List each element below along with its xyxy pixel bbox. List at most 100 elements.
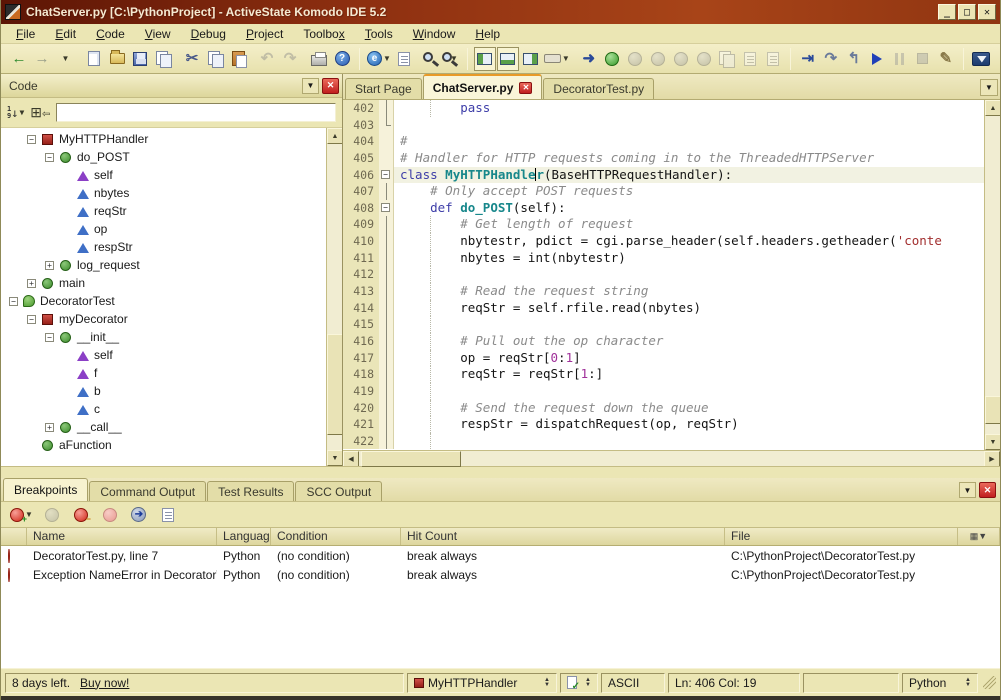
menu-project[interactable]: Project bbox=[237, 25, 292, 43]
code-line-402[interactable]: 402 pass bbox=[343, 100, 984, 117]
collapse-icon[interactable]: − bbox=[27, 315, 36, 324]
tree-item-main[interactable]: +main bbox=[1, 274, 326, 292]
collapse-icon[interactable]: − bbox=[45, 153, 54, 162]
delete-all-breakpoints-icon[interactable]: − bbox=[70, 503, 92, 527]
debug-stop-icon[interactable] bbox=[912, 47, 934, 71]
tree-item-doPOST[interactable]: −do_POST bbox=[1, 148, 326, 166]
code-content[interactable]: nbytestr, pdict = cgi.parse_header(self.… bbox=[394, 233, 984, 250]
code-line-405[interactable]: 405# Handler for HTTP requests coming in… bbox=[343, 150, 984, 167]
menu-code[interactable]: Code bbox=[87, 25, 134, 43]
forward-icon[interactable]: → bbox=[31, 47, 53, 71]
column-header-name[interactable]: Name bbox=[27, 528, 217, 545]
menu-edit[interactable]: Edit bbox=[46, 25, 85, 43]
menu-tools[interactable]: Tools bbox=[356, 25, 402, 43]
code-content[interactable]: op = reqStr[0:1] bbox=[394, 350, 984, 367]
syntax-check-status[interactable]: ▲▼ bbox=[560, 673, 598, 693]
tree-item-init[interactable]: −__init__ bbox=[1, 328, 326, 346]
menu-window[interactable]: Window bbox=[404, 25, 465, 43]
send-session-icon[interactable] bbox=[762, 47, 784, 71]
code-content[interactable]: # Send the request down the queue bbox=[394, 400, 984, 417]
close-panel-icon[interactable]: ✕ bbox=[322, 78, 339, 94]
collapse-icon[interactable]: − bbox=[45, 333, 54, 342]
tab-overflow-dropdown[interactable]: ▼ bbox=[980, 79, 998, 96]
fold-margin[interactable] bbox=[379, 383, 394, 400]
code-content[interactable]: # Pull out the op character bbox=[394, 333, 984, 350]
tab-scc-output[interactable]: SCC Output bbox=[295, 481, 382, 501]
cut-icon[interactable]: ✂ bbox=[181, 47, 203, 71]
goto-breakpoint-source-icon[interactable]: ➔ bbox=[128, 503, 150, 527]
panel-menu-dropdown[interactable]: ▼ bbox=[959, 482, 976, 498]
find-in-files-icon[interactable]: ▼ bbox=[439, 47, 461, 71]
code-content[interactable]: # bbox=[394, 133, 984, 150]
panel-menu-dropdown[interactable]: ▼ bbox=[302, 78, 319, 94]
column-header-icon[interactable] bbox=[1, 528, 27, 545]
copy-session-icon[interactable] bbox=[739, 47, 761, 71]
code-line-417[interactable]: 417 op = reqStr[0:1] bbox=[343, 350, 984, 367]
code-content[interactable]: # Only accept POST requests bbox=[394, 183, 984, 200]
fold-margin[interactable] bbox=[379, 183, 394, 200]
toggle-right-pane-icon[interactable] bbox=[520, 47, 542, 71]
scroll-up-icon[interactable]: ▲ bbox=[985, 100, 1000, 116]
code-content[interactable] bbox=[394, 383, 984, 400]
code-line-414[interactable]: 414 reqStr = self.rfile.read(nbytes) bbox=[343, 300, 984, 317]
code-content[interactable]: respStr = dispatchRequest(op, reqStr) bbox=[394, 416, 984, 433]
paste-icon[interactable] bbox=[227, 47, 249, 71]
code-content[interactable]: class MyHTTPHandler(BaseHTTPRequestHandl… bbox=[394, 167, 984, 184]
debug-new-session-icon[interactable] bbox=[601, 47, 623, 71]
tree-item-myDecorator[interactable]: −myDecorator bbox=[1, 310, 326, 328]
code-content[interactable]: # Read the request string bbox=[394, 283, 984, 300]
fold-margin[interactable] bbox=[379, 350, 394, 367]
back-icon[interactable]: ← bbox=[8, 47, 30, 71]
code-content[interactable] bbox=[394, 316, 984, 333]
breakpoint-row[interactable]: DecoratorTest.py, line 7Python(no condit… bbox=[1, 546, 1000, 565]
close-panel-icon[interactable]: ✕ bbox=[979, 482, 996, 498]
code-line-419[interactable]: 419 bbox=[343, 383, 984, 400]
code-line-407[interactable]: 407 # Only accept POST requests bbox=[343, 183, 984, 200]
copy-icon[interactable] bbox=[204, 47, 226, 71]
fold-margin[interactable] bbox=[379, 100, 394, 117]
tab-decoratortest-py[interactable]: DecoratorTest.py bbox=[543, 78, 654, 99]
print-icon[interactable] bbox=[308, 47, 330, 71]
run-to-cursor-icon[interactable] bbox=[647, 47, 669, 71]
fold-margin[interactable] bbox=[379, 283, 394, 300]
tree-item-MyHTTPHandler[interactable]: −MyHTTPHandler bbox=[1, 130, 326, 148]
tree-item-DecoratorTest[interactable]: −DecoratorTest bbox=[1, 292, 326, 310]
tree-item-self[interactable]: self bbox=[1, 346, 326, 364]
undo-icon[interactable]: ↶ bbox=[256, 47, 278, 71]
code-line-421[interactable]: 421 respStr = dispatchRequest(op, reqStr… bbox=[343, 416, 984, 433]
expand-icon[interactable]: + bbox=[27, 279, 36, 288]
scroll-up-icon[interactable]: ▲ bbox=[327, 128, 342, 144]
tree-item-b[interactable]: b bbox=[1, 382, 326, 400]
tree-item-op[interactable]: op bbox=[1, 220, 326, 238]
code-line-403[interactable]: 403 bbox=[343, 117, 984, 134]
tab-breakpoints[interactable]: Breakpoints bbox=[3, 478, 88, 501]
collapse-icon[interactable]: − bbox=[27, 135, 36, 144]
find-icon[interactable] bbox=[416, 47, 438, 71]
toggle-bottom-pane-icon[interactable] bbox=[497, 47, 519, 71]
save-all-icon[interactable] bbox=[152, 47, 174, 71]
code-line-415[interactable]: 415 bbox=[343, 316, 984, 333]
komodo-mail-icon[interactable] bbox=[970, 47, 992, 71]
resize-grip[interactable] bbox=[983, 676, 996, 689]
save-icon[interactable] bbox=[129, 47, 151, 71]
clear-session-icon[interactable] bbox=[670, 47, 692, 71]
code-content[interactable]: reqStr = reqStr[1:] bbox=[394, 366, 984, 383]
fold-margin[interactable] bbox=[379, 266, 394, 283]
new-file-icon[interactable] bbox=[83, 47, 105, 71]
menu-file[interactable]: File bbox=[7, 25, 44, 43]
encoding-status[interactable]: ASCII bbox=[601, 673, 665, 693]
fold-margin[interactable] bbox=[379, 433, 394, 450]
menu-help[interactable]: Help bbox=[466, 25, 509, 43]
close-tab-icon[interactable]: ✕ bbox=[519, 82, 532, 94]
code-line-422[interactable]: 422 bbox=[343, 433, 984, 450]
tab-chatserver-py[interactable]: ChatServer.py✕ bbox=[423, 74, 543, 99]
fold-margin[interactable] bbox=[379, 250, 394, 267]
code-line-411[interactable]: 411 nbytes = int(nbytestr) bbox=[343, 250, 984, 267]
step-into-icon[interactable]: ⇥ bbox=[797, 47, 819, 71]
wand-icon[interactable]: ✎ bbox=[935, 47, 957, 71]
fold-margin[interactable] bbox=[379, 400, 394, 417]
add-breakpoint-icon[interactable]: +▼ bbox=[9, 503, 34, 527]
code-content[interactable] bbox=[394, 433, 984, 450]
debug-go-icon[interactable] bbox=[866, 47, 888, 71]
language-status[interactable]: Python ▲▼ bbox=[902, 673, 978, 693]
